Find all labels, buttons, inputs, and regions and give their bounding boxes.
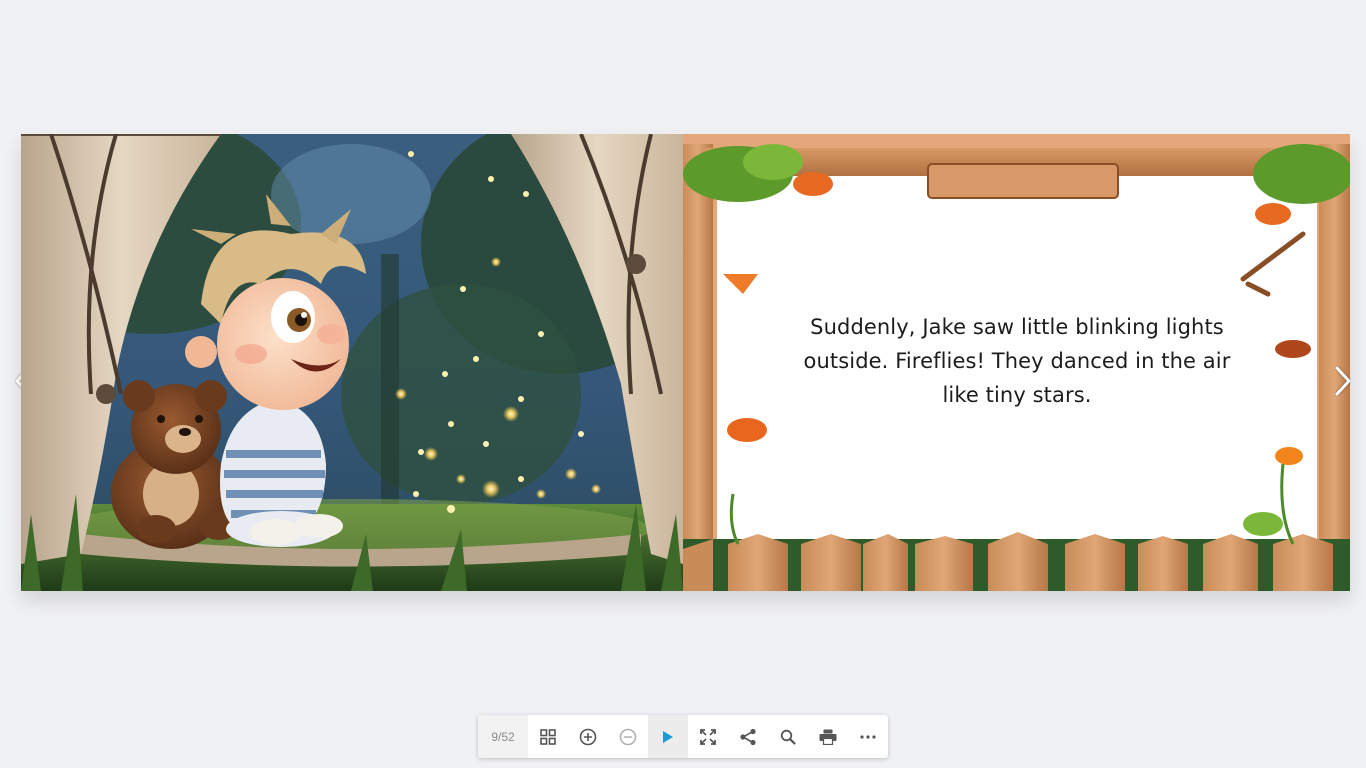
teddy-bear [111,380,239,549]
autoplay-button[interactable] [648,715,688,758]
flipbook-viewer: Suddenly, Jake saw little blinking light… [0,0,1366,768]
right-page-text: Suddenly, Jake saw little blinking light… [683,134,1350,591]
story-text: Suddenly, Jake saw little blinking light… [803,315,1231,407]
grid-icon [540,728,556,745]
search-button[interactable] [768,715,808,758]
left-page-illustration [21,134,683,591]
zoom-out-button[interactable] [608,715,648,758]
search-icon [780,729,796,745]
zoom-in-button[interactable] [568,715,608,758]
more-horizontal-icon [860,734,876,739]
page-counter: 9/52 [478,715,528,758]
minus-circle-icon [619,728,637,745]
viewer-toolbar: 9/52 [478,715,888,758]
thumbnails-button[interactable] [528,715,568,758]
book-spread: Suddenly, Jake saw little blinking light… [21,134,1350,591]
printer-icon [819,729,837,745]
tent-night-illustration [21,134,683,591]
play-icon [663,730,673,743]
share-icon [740,728,756,745]
print-button[interactable] [808,715,848,758]
chevron-right-icon [1335,366,1351,396]
plus-circle-icon [579,728,597,745]
fullscreen-button[interactable] [688,715,728,758]
picket-fence [683,532,1350,591]
more-button[interactable] [848,715,888,758]
expand-icon [700,728,716,745]
share-button[interactable] [728,715,768,758]
next-page-button[interactable] [1328,364,1358,398]
